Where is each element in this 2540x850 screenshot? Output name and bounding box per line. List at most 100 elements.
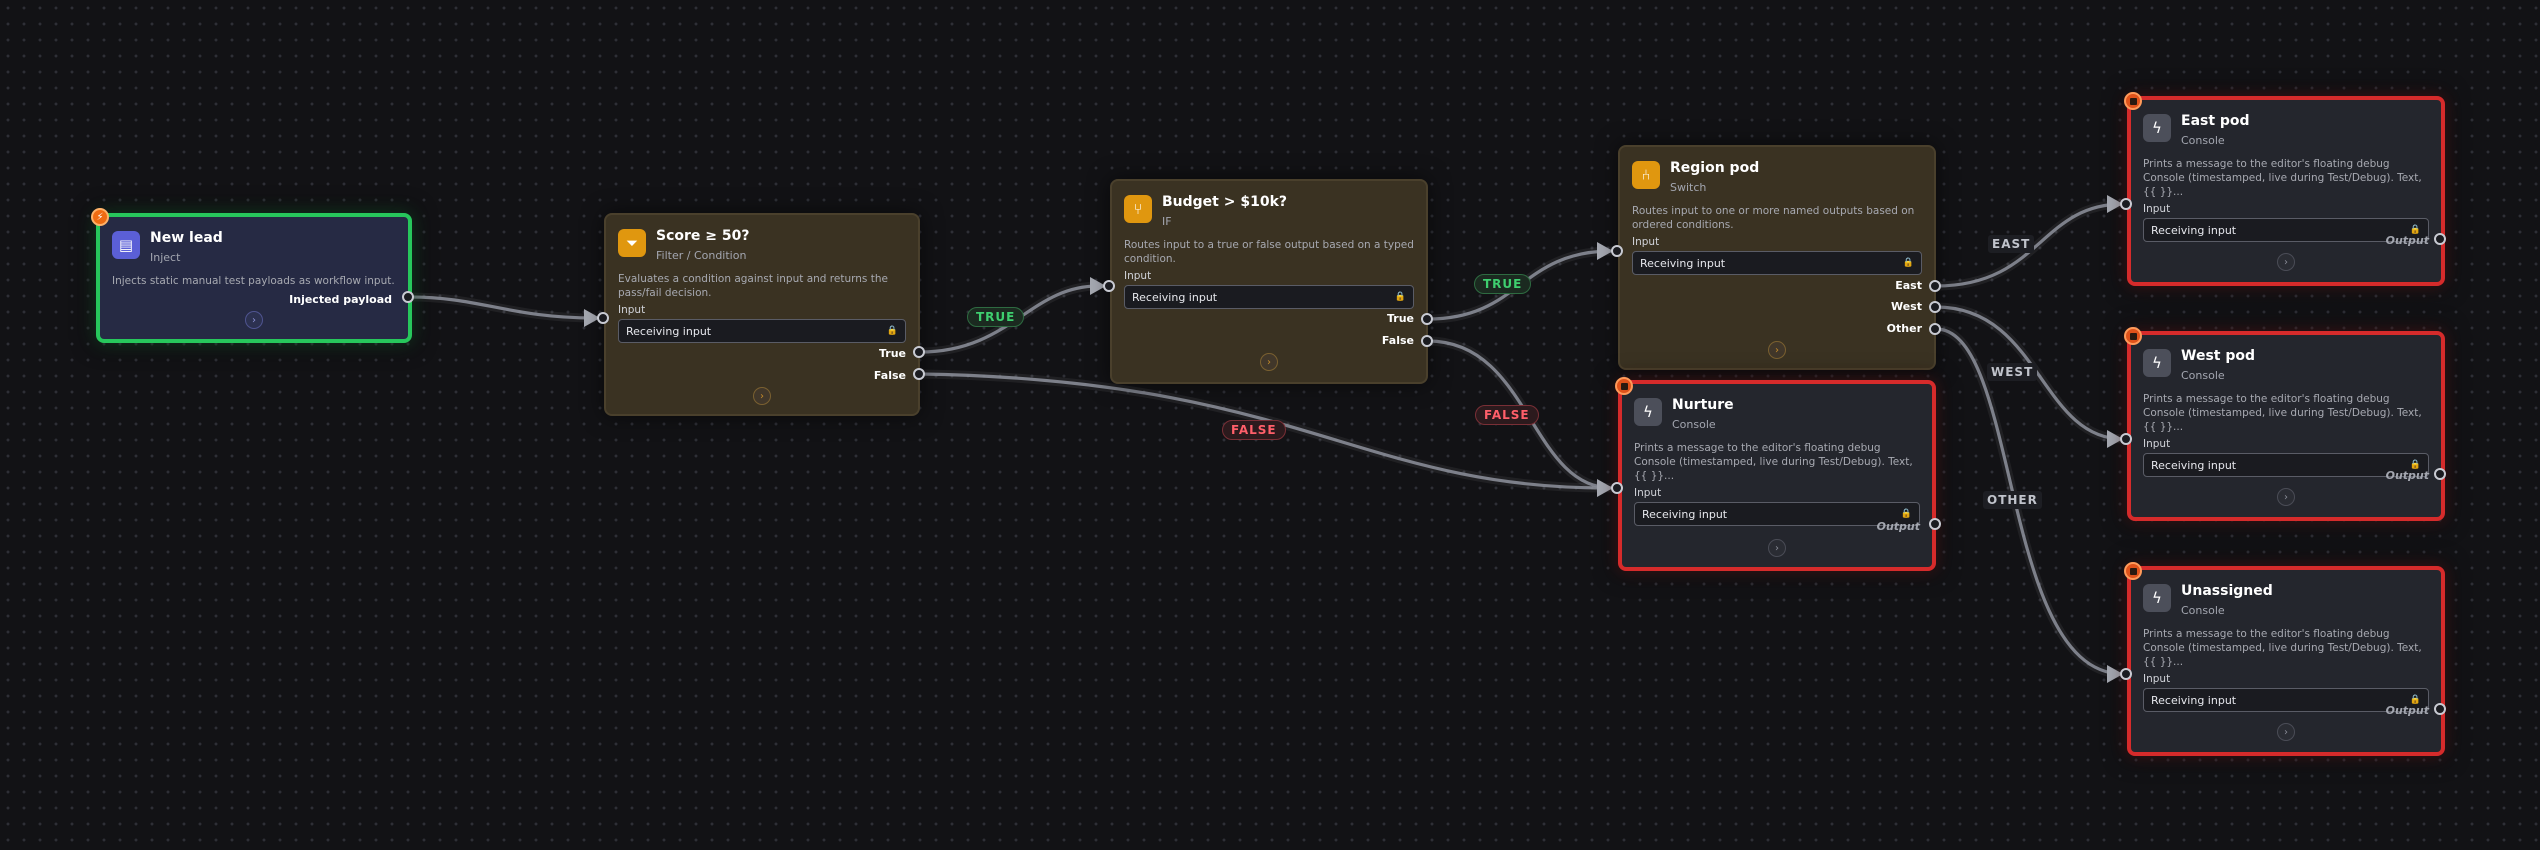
- node-title: West pod: [2181, 348, 2255, 364]
- chevron-right-icon: ›: [2284, 726, 2288, 738]
- output-port[interactable]: [2434, 468, 2446, 480]
- node-title: Nurture: [1672, 397, 1734, 413]
- output-label-other: Other: [1886, 322, 1922, 335]
- input-value: Receiving input: [2151, 693, 2237, 707]
- node-nurture[interactable]: ϟ Nurture Console Prints a message to th…: [1618, 380, 1936, 571]
- breakpoint-badge[interactable]: [1615, 377, 1633, 395]
- switch-icon: ⑃: [1632, 161, 1660, 189]
- breakpoint-badge[interactable]: [2124, 562, 2142, 580]
- expand-button[interactable]: ›: [2277, 488, 2295, 506]
- breakpoint-badge[interactable]: [2124, 92, 2142, 110]
- node-description: Injects static manual test payloads as w…: [112, 275, 395, 287]
- node-description: Evaluates a condition against input and …: [618, 273, 888, 299]
- stop-icon: [2129, 332, 2137, 340]
- node-title: Region pod: [1670, 160, 1760, 176]
- output-port[interactable]: [2434, 233, 2446, 245]
- input-port[interactable]: [2120, 668, 2132, 680]
- edge-label-west: WEST: [1987, 363, 2038, 381]
- node-new-lead[interactable]: ▤ New lead Inject Injects static manual …: [96, 213, 412, 343]
- output-port-true[interactable]: [1421, 313, 1433, 325]
- output-label-west: West: [1890, 300, 1922, 313]
- node-type: IF: [1162, 215, 1172, 228]
- output-port-false[interactable]: [913, 368, 925, 380]
- input-port[interactable]: [1611, 245, 1623, 257]
- node-east-pod[interactable]: ϟ East pod Console Prints a message to t…: [2127, 96, 2445, 286]
- node-description: Routes input to one or more named output…: [1632, 205, 1915, 231]
- chevron-right-icon: ›: [1775, 344, 1779, 356]
- input-field[interactable]: Receiving input 🔒: [1632, 251, 1922, 275]
- input-port[interactable]: [2120, 433, 2132, 445]
- input-field[interactable]: Receiving input 🔒: [1124, 285, 1414, 309]
- input-value: Receiving input: [1642, 507, 1728, 521]
- node-budget[interactable]: ⑂ Budget > $10k? IF Routes input to a tr…: [1110, 179, 1428, 384]
- input-port[interactable]: [597, 312, 609, 324]
- input-label: Input: [1632, 236, 1660, 248]
- input-port[interactable]: [1103, 280, 1115, 292]
- lock-icon: 🔒: [1394, 292, 1406, 302]
- node-type: Console: [1672, 418, 1716, 431]
- edge-label-budget-false: FALSE: [1475, 405, 1539, 425]
- output-port[interactable]: [402, 291, 414, 303]
- lock-icon: 🔒: [1902, 258, 1914, 268]
- workflow-canvas[interactable]: TRUE FALSE TRUE FALSE EAST WEST OTHER ⚡ …: [0, 0, 2540, 850]
- node-region-pod[interactable]: ⑃ Region pod Switch Routes input to one …: [1618, 145, 1936, 370]
- lock-icon: 🔒: [886, 326, 898, 336]
- expand-button[interactable]: ›: [1768, 341, 1786, 359]
- expand-button[interactable]: ›: [1768, 539, 1786, 557]
- expand-button[interactable]: ›: [2277, 253, 2295, 271]
- output-label: Output: [1876, 520, 1920, 533]
- output-port[interactable]: [2434, 703, 2446, 715]
- node-title: Score ≥ 50?: [656, 228, 750, 244]
- node-type: Switch: [1670, 181, 1707, 194]
- node-west-pod[interactable]: ϟ West pod Console Prints a message to t…: [2127, 331, 2445, 521]
- output-port[interactable]: [1929, 518, 1941, 530]
- input-field[interactable]: Receiving input 🔒: [618, 319, 906, 343]
- edge-label-east: EAST: [1988, 235, 2035, 253]
- output-port-other[interactable]: [1929, 323, 1941, 335]
- expand-button[interactable]: ›: [753, 387, 771, 405]
- chevron-right-icon: ›: [2284, 256, 2288, 268]
- edge-label-score-false: FALSE: [1222, 420, 1286, 440]
- chevron-right-icon: ›: [252, 314, 256, 326]
- node-unassigned[interactable]: ϟ Unassigned Console Prints a message to…: [2127, 566, 2445, 756]
- output-port-false[interactable]: [1421, 335, 1433, 347]
- output-port-west[interactable]: [1929, 301, 1941, 313]
- node-description: Prints a message to the editor's floatin…: [2143, 158, 2422, 198]
- input-label: Input: [1124, 270, 1152, 282]
- trigger-badge[interactable]: ⚡: [91, 208, 109, 226]
- input-port[interactable]: [1611, 482, 1623, 494]
- node-description: Prints a message to the editor's floatin…: [1634, 442, 1913, 482]
- bolt-icon: ϟ: [1634, 398, 1662, 426]
- chevron-right-icon: ›: [1267, 356, 1271, 368]
- wire-newlead-score: [409, 295, 596, 320]
- edge-label-score-true: TRUE: [967, 307, 1025, 327]
- input-label: Input: [2143, 438, 2171, 450]
- input-port[interactable]: [2120, 198, 2132, 210]
- edge-label-other: OTHER: [1983, 491, 2042, 509]
- stop-icon: [1620, 382, 1628, 390]
- chevron-right-icon: ›: [760, 390, 764, 402]
- breakpoint-badge[interactable]: [2124, 327, 2142, 345]
- output-port-true[interactable]: [913, 346, 925, 358]
- filter-icon: ⏷: [618, 229, 646, 257]
- node-description: Routes input to a true or false output b…: [1124, 239, 1414, 265]
- bolt-icon: ϟ: [2143, 584, 2171, 612]
- output-label: Output: [2385, 234, 2429, 247]
- bolt-icon: ϟ: [2143, 114, 2171, 142]
- stop-icon: [2129, 567, 2137, 575]
- input-value: Receiving input: [1132, 290, 1218, 304]
- expand-button[interactable]: ›: [1260, 353, 1278, 371]
- output-port-east[interactable]: [1929, 280, 1941, 292]
- chevron-right-icon: ›: [2284, 491, 2288, 503]
- expand-button[interactable]: ›: [2277, 723, 2295, 741]
- output-label-false: False: [1381, 334, 1414, 347]
- node-title: Budget > $10k?: [1162, 194, 1288, 210]
- node-score[interactable]: ⏷ Score ≥ 50? Filter / Condition Evaluat…: [604, 213, 920, 416]
- node-type: Filter / Condition: [656, 249, 747, 262]
- document-icon: ▤: [112, 231, 140, 259]
- node-type: Inject: [150, 251, 181, 264]
- node-type: Console: [2181, 369, 2225, 382]
- expand-button[interactable]: ›: [245, 311, 263, 329]
- input-label: Input: [1634, 487, 1662, 499]
- lock-icon: 🔒: [1900, 509, 1912, 519]
